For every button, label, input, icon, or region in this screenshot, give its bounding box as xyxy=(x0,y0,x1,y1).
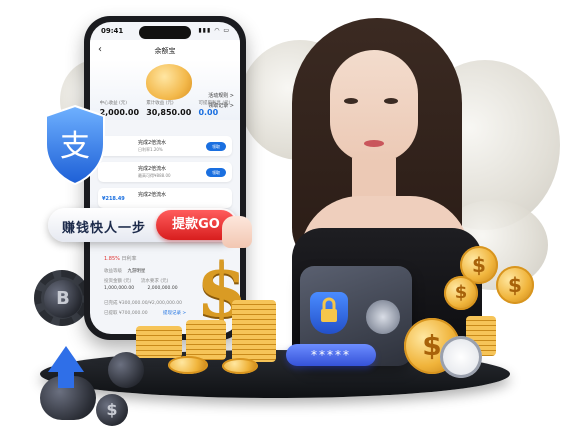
activity-rules-link[interactable]: 活动规则 > xyxy=(208,92,234,99)
task-subtitle: 最高可得¥888.00 xyxy=(138,173,171,178)
stats-row: 中心收益 (元) 2,000.00 累计收益 (元) 30,850.00 可提取… xyxy=(90,100,240,130)
arrow-up-stem xyxy=(58,370,74,388)
detail-line: 已提取 ¥700,000.00 提现记录 > xyxy=(104,310,186,316)
pointing-hand-icon xyxy=(222,216,252,248)
bitcoin-coin-icon: B xyxy=(44,280,82,318)
dollar-coin-icon: $ xyxy=(496,266,534,304)
detail-left: 收益等级 xyxy=(104,269,122,274)
detail-left: 1,000,000.00 xyxy=(104,286,135,291)
task-card: ¥218.49 完成2倍流水 xyxy=(98,188,232,208)
promo-banner: 赚钱快人一步 提款GO xyxy=(48,208,238,242)
detail-right: 流水要求 (元) xyxy=(140,279,169,284)
stat-label: 可提取利息 (元) xyxy=(198,101,231,106)
signal-wifi-battery-icon: ▮▮▮ ◠ ▭ xyxy=(198,27,230,34)
coin-stack xyxy=(186,320,226,360)
detail-line: 已完成 ¥300,000.00/¥2,000,000.00 xyxy=(104,300,182,306)
status-time: 09:41 xyxy=(101,27,124,35)
stat-withdrawable-interest: 可提取利息 (元) 0.00 xyxy=(198,100,230,130)
claim-button[interactable]: 领取 xyxy=(206,168,226,177)
vault-dial xyxy=(366,300,400,334)
stat-total-income: 累计收益 (元) 30,850.00 xyxy=(146,100,191,130)
task-title: 完成2倍流水 xyxy=(138,140,167,146)
detail-line: 收益等级 九游明星 xyxy=(104,268,145,274)
rate-value: 1.85% xyxy=(104,256,120,262)
model-eye xyxy=(384,98,398,104)
dollar-coin-icon: $ xyxy=(96,394,128,426)
detail-line: 投资金额 (元) 流水要求 (元) xyxy=(104,278,168,284)
password-field: ***** xyxy=(286,344,376,366)
page-title: 余额宝 xyxy=(154,47,176,55)
detail-right: 2,000,000.00 xyxy=(147,286,178,291)
rate-label: 日利率 xyxy=(121,256,137,262)
claim-button[interactable]: 领取 xyxy=(206,142,226,151)
promo-scene: B 09:41 ▮▮▮ ◠ ▭ ‹ 余额宝 活动规则 > 领取记录 > 中心收益… xyxy=(0,0,573,436)
task-card: 完成2倍流水 最高可得¥888.00 领取 xyxy=(98,162,232,182)
detail-left: 投资金额 (元) xyxy=(104,279,132,284)
dark-coin xyxy=(108,352,144,388)
stat-value: 0.00 xyxy=(198,108,219,117)
stopwatch-icon xyxy=(440,336,482,378)
stat-value: 30,850.00 xyxy=(146,108,192,117)
coin-stack xyxy=(232,300,276,362)
task-title: 完成2倍流水 xyxy=(138,192,167,198)
detail-left: 已完成 ¥300,000.00/¥2,000,000.00 xyxy=(104,301,182,306)
gold-coin xyxy=(222,358,258,374)
banner-slogan: 赚钱快人一步 xyxy=(62,221,147,236)
task-amount: ¥218.49 xyxy=(102,196,125,202)
daily-rate: 1.85% 日利率 xyxy=(104,255,137,262)
arrow-up-icon xyxy=(48,346,84,372)
stat-label: 累计收益 (元) xyxy=(146,101,174,106)
gold-coin xyxy=(168,356,208,374)
task-subtitle: 日利率1.20% xyxy=(138,147,163,152)
detail-right: 九游明星 xyxy=(127,269,146,274)
task-title: 完成2倍流水 xyxy=(138,166,167,172)
task-card: 完成2倍流水 日利率1.20% 领取 xyxy=(98,136,232,156)
svg-text:支: 支 xyxy=(60,129,90,164)
coin-stack xyxy=(136,326,182,358)
nav-bar: ‹ 余额宝 xyxy=(90,40,240,60)
model-eye xyxy=(344,98,358,104)
padlock-icon xyxy=(310,292,348,334)
bitcoin-symbol: B xyxy=(56,288,70,309)
detail-left: 已提取 ¥700,000.00 xyxy=(104,311,148,316)
dollar-coin-icon: $ xyxy=(444,276,478,310)
withdraw-record-link[interactable]: 提现记录 > xyxy=(163,311,186,316)
alipay-shield-icon: 支 xyxy=(45,104,105,186)
detail-line: 1,000,000.00 2,000,000.00 xyxy=(104,286,178,291)
model-lips xyxy=(364,140,384,147)
piggy-bank-icon xyxy=(146,64,192,100)
phone-notch xyxy=(139,26,191,39)
